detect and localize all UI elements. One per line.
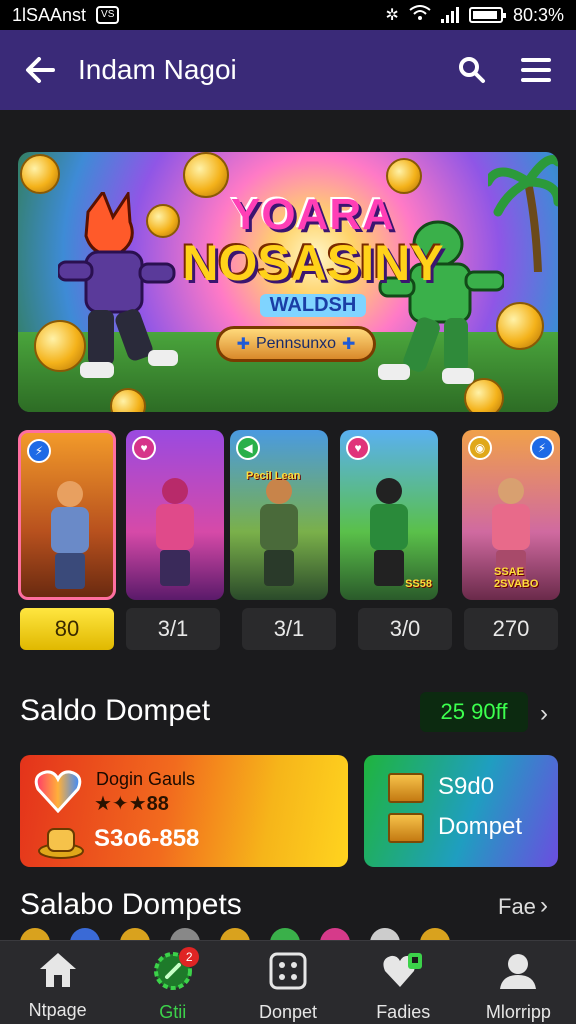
treasure-box-icon <box>388 813 424 843</box>
plus-icon: ✚ <box>342 336 356 353</box>
wallet-card-primary[interactable]: Dogin Gauls ★✦★88 S3o6-858 <box>20 755 348 867</box>
status-bar: 1lSAAnst VS ✲ 80:3% <box>0 0 576 30</box>
heart-icon: ♥ <box>346 436 370 460</box>
character-figure <box>252 478 306 588</box>
character-caption: Pecil Lean <box>246 470 301 482</box>
character-figure <box>362 478 416 588</box>
character-card[interactable]: ⚡ <box>18 430 116 600</box>
home-icon <box>38 951 78 994</box>
signal-icon <box>440 7 459 23</box>
battery-text: 80:3% <box>512 4 564 25</box>
nav-item-favorites[interactable]: Fadies <box>346 941 461 1024</box>
wallet-card-label: Dompet <box>438 813 523 840</box>
signal-alt-icon: ✲ <box>385 7 399 24</box>
lightning-icon: ⚡ <box>27 439 51 463</box>
promo-banner[interactable]: YOARA NOSASINY WALDSH ✚ Pennsunxo ✚ <box>18 152 558 412</box>
fox-hero-character <box>56 188 178 382</box>
character-caption: SS58 <box>405 578 432 590</box>
character-card[interactable]: ◉ ⚡ SSAE 2SVABO <box>462 430 560 600</box>
wallet-card-value: S9d0 <box>438 773 495 800</box>
status-chip: VS <box>96 6 120 24</box>
wifi-icon <box>409 4 431 26</box>
coin-icon <box>386 158 422 194</box>
character-stat[interactable]: 80 <box>20 608 114 650</box>
wallet-section-title: Saldo Dompet <box>20 694 211 727</box>
section-preview-strip <box>20 928 560 940</box>
banner-subtitle: WALDSH <box>259 294 367 317</box>
heart-icon <box>34 769 82 814</box>
wallet-card-title: Dogin Gauls <box>96 769 196 789</box>
arrow-left-icon[interactable] <box>20 50 60 90</box>
banner-title: YOARA NOSASINY WALDSH <box>178 190 448 317</box>
character-figure <box>43 481 97 591</box>
chevron-right-icon[interactable]: › <box>540 700 548 728</box>
character-stat[interactable]: 270 <box>464 608 558 650</box>
arrow-left-icon: ◀ <box>236 436 260 460</box>
character-stat[interactable]: 3/0 <box>358 608 452 650</box>
character-cards: ⚡ ♥ ◀ Pecil Lean ♥ SS58 ◉ ⚡ SSAE 2SVABO … <box>18 430 560 650</box>
nav-label: Gtii <box>159 1002 187 1022</box>
character-card[interactable]: ♥ SS58 <box>340 430 438 600</box>
notification-badge: 2 <box>179 947 200 967</box>
battery-icon <box>468 7 506 23</box>
search-icon[interactable] <box>452 50 492 90</box>
menu-icon[interactable] <box>516 50 556 90</box>
nav-item-profile[interactable]: Mlorripp <box>461 941 576 1024</box>
heart-icon: ♥ <box>132 436 156 460</box>
character-caption: SSAE 2SVABO <box>494 566 539 590</box>
treasure-box-icon <box>388 773 424 803</box>
banner-title-line2: NOSASINY <box>182 235 444 291</box>
wallet-amount[interactable]: 25 90ff <box>420 692 528 732</box>
wallet-card-rating: ★✦★88 <box>94 793 169 815</box>
nav-label: Mlorripp <box>485 1002 551 1022</box>
coin-icon: ◉ <box>468 436 492 460</box>
banner-cta-label: Pennsunxo <box>255 335 337 352</box>
nav-label: Donpet <box>258 1002 318 1022</box>
wallet-card-secondary[interactable]: S9d0 Dompet <box>364 755 558 867</box>
nav-label: Fadies <box>376 1002 431 1022</box>
page-title: Indam Nagoi <box>78 54 237 85</box>
hat-icon <box>38 823 84 859</box>
profile-icon <box>498 951 538 996</box>
dice-icon <box>268 951 308 996</box>
banner-title-line1: YOARA <box>231 190 395 239</box>
nav-label: Ntpage <box>28 1000 87 1020</box>
chevron-right-icon[interactable]: › <box>540 892 548 920</box>
character-card[interactable]: ◀ Pecil Lean <box>230 430 328 600</box>
character-stat[interactable]: 3/1 <box>126 608 220 650</box>
character-card[interactable]: ♥ <box>126 430 224 600</box>
banner-cta-button[interactable]: ✚ Pennsunxo ✚ <box>216 326 376 362</box>
lightning-icon: ⚡ <box>530 436 554 460</box>
nav-item-home[interactable]: Ntpage <box>0 941 115 1024</box>
status-left-text: 1lSAAnst <box>12 4 87 25</box>
coin-icon <box>20 154 60 194</box>
nav-item-wallet[interactable]: Donpet <box>230 941 345 1024</box>
plus-icon: ✚ <box>236 336 250 353</box>
character-figure <box>148 478 202 588</box>
nav-item-game[interactable]: 2 Gtii <box>115 941 230 1024</box>
section-title-dompets: Salabo Dompets <box>20 888 242 921</box>
heart-icon <box>382 951 424 996</box>
character-stat[interactable]: 3/1 <box>242 608 336 650</box>
app-bar: Indam Nagoi <box>0 30 576 110</box>
wallet-card-range: S3o6-858 <box>94 825 200 852</box>
see-all-link[interactable]: Fae <box>498 894 536 920</box>
bottom-nav: Ntpage 2 Gtii Donpet Fadies Mlorripp <box>0 940 576 1024</box>
